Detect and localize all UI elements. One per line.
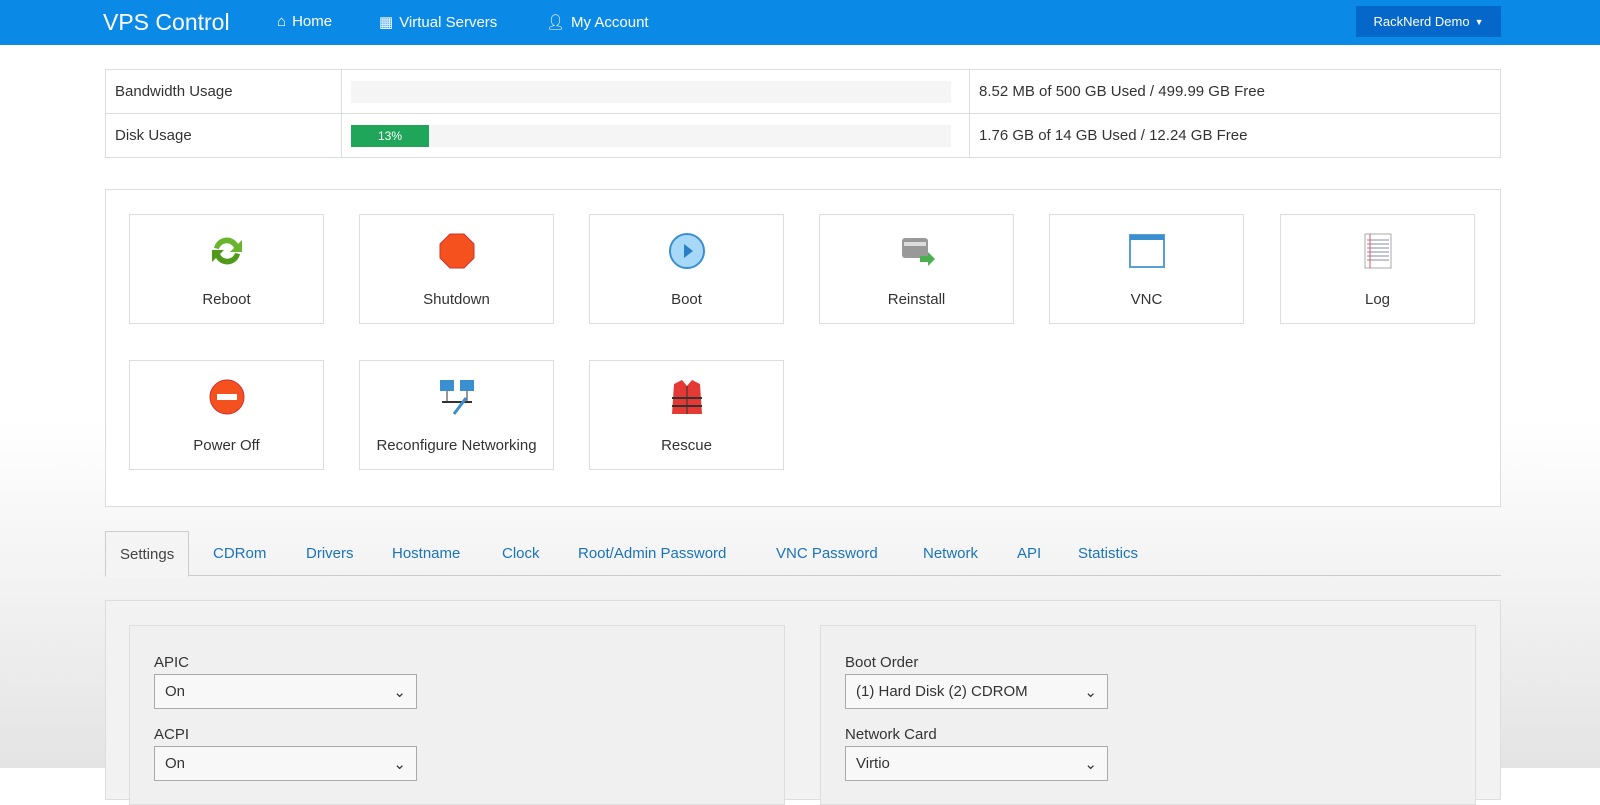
chevron-down-icon: ⌄ xyxy=(1084,756,1097,773)
table-row: Disk Usage 13% 1.76 GB of 14 GB Used / 1… xyxy=(105,113,1501,158)
action-label: Shutdown xyxy=(423,291,490,308)
apic-select[interactable]: On ⌄ xyxy=(154,674,417,709)
network-card-value: Virtio xyxy=(856,755,890,772)
nav-virtual-servers[interactable]: ▦ Virtual Servers xyxy=(379,13,498,32)
user-menu-button[interactable]: RackNerd Demo ▼ xyxy=(1356,6,1501,37)
usage-bar-cell: 13% xyxy=(341,113,970,158)
action-label: VNC xyxy=(1130,291,1163,308)
action-label: Reconfigure Networking xyxy=(376,437,537,454)
tab-drivers[interactable]: Drivers xyxy=(306,545,354,562)
tab-hostname[interactable]: Hostname xyxy=(392,545,460,562)
nav-account-label: My Account xyxy=(571,13,649,31)
boot-order-value: (1) Hard Disk (2) CDROM xyxy=(856,683,1028,700)
usage-detail: 1.76 GB of 14 GB Used / 12.24 GB Free xyxy=(969,113,1501,158)
tab-api[interactable]: API xyxy=(1017,545,1041,562)
acpi-value: On xyxy=(165,755,186,772)
usage-table: Bandwidth Usage 8.52 MB of 500 GB Used /… xyxy=(105,69,1501,158)
stop-icon xyxy=(439,233,474,269)
user-menu-label: RackNerd Demo xyxy=(1373,14,1470,29)
action-label: Reboot xyxy=(202,291,251,308)
network-card-select[interactable]: Virtio ⌄ xyxy=(845,746,1108,781)
home-icon: ⌂ xyxy=(277,13,287,30)
power-off-button[interactable]: Power Off xyxy=(129,360,324,470)
boot-order-label: Boot Order xyxy=(845,654,919,671)
user-icon: 👤︎ xyxy=(546,14,566,31)
table-row: Bandwidth Usage 8.52 MB of 500 GB Used /… xyxy=(105,69,1501,114)
brand-logo[interactable]: VPS Control xyxy=(103,9,230,36)
caret-down-icon: ▼ xyxy=(1474,16,1484,27)
usage-label: Bandwidth Usage xyxy=(105,69,342,114)
window-icon xyxy=(1128,234,1165,268)
action-label: Log xyxy=(1364,291,1391,308)
reconfigure-networking-button[interactable]: Reconfigure Networking xyxy=(359,360,554,470)
tab-network[interactable]: Network xyxy=(923,545,978,562)
nav-servers-label: Virtual Servers xyxy=(399,13,498,31)
nav-home[interactable]: ⌂ Home xyxy=(277,13,332,30)
apic-value: On xyxy=(165,683,186,700)
reboot-button[interactable]: Reboot xyxy=(129,214,324,324)
play-icon xyxy=(668,233,705,269)
nav-home-label: Home xyxy=(292,13,333,30)
tab-cdrom[interactable]: CDRom xyxy=(213,545,266,562)
action-label: Boot xyxy=(671,291,702,308)
acpi-select[interactable]: On ⌄ xyxy=(154,746,417,781)
usage-label: Disk Usage xyxy=(105,113,342,158)
boot-order-select[interactable]: (1) Hard Disk (2) CDROM ⌄ xyxy=(845,674,1108,709)
vnc-button[interactable]: VNC xyxy=(1049,214,1244,324)
settings-tabs: Settings CDRom Drivers Hostname Clock Ro… xyxy=(105,531,1501,577)
shutdown-button[interactable]: Shutdown xyxy=(359,214,554,324)
tab-clock[interactable]: Clock xyxy=(502,545,540,562)
grid-icon: ▦ xyxy=(379,14,394,31)
tab-vnc-password[interactable]: VNC Password xyxy=(776,545,878,562)
chevron-down-icon: ⌄ xyxy=(393,684,406,701)
nav-my-account[interactable]: 👤︎ My Account xyxy=(546,13,649,32)
usage-detail: 8.52 MB of 500 GB Used / 499.99 GB Free xyxy=(969,69,1501,114)
acpi-label: ACPI xyxy=(154,726,190,743)
top-navbar: VPS Control ⌂ Home ▦ Virtual Servers 👤︎ My … xyxy=(0,0,1600,45)
life-vest-icon xyxy=(671,380,702,414)
rescue-button[interactable]: Rescue xyxy=(589,360,784,470)
bandwidth-progress-bar xyxy=(351,80,951,103)
usage-bar-cell xyxy=(341,69,970,114)
tab-settings[interactable]: Settings xyxy=(105,531,190,577)
chevron-down-icon: ⌄ xyxy=(1084,684,1097,701)
action-label: Power Off xyxy=(193,437,260,454)
reboot-icon xyxy=(211,237,242,265)
apic-label: APIC xyxy=(154,654,190,671)
chevron-down-icon: ⌄ xyxy=(393,756,406,773)
log-button[interactable]: Log xyxy=(1280,214,1475,324)
boot-button[interactable]: Boot xyxy=(589,214,784,324)
reinstall-icon xyxy=(901,238,935,266)
log-icon xyxy=(1364,233,1391,269)
reinstall-button[interactable]: Reinstall xyxy=(819,214,1014,324)
tab-statistics[interactable]: Statistics xyxy=(1078,545,1138,562)
action-label: Rescue xyxy=(661,437,712,454)
tab-root-password[interactable]: Root/Admin Password xyxy=(578,545,726,562)
network-icon xyxy=(439,380,474,415)
network-card-label: Network Card xyxy=(845,726,937,743)
action-label: Reinstall xyxy=(887,291,946,308)
no-entry-icon xyxy=(209,379,244,415)
disk-progress-bar: 13% xyxy=(351,124,429,147)
